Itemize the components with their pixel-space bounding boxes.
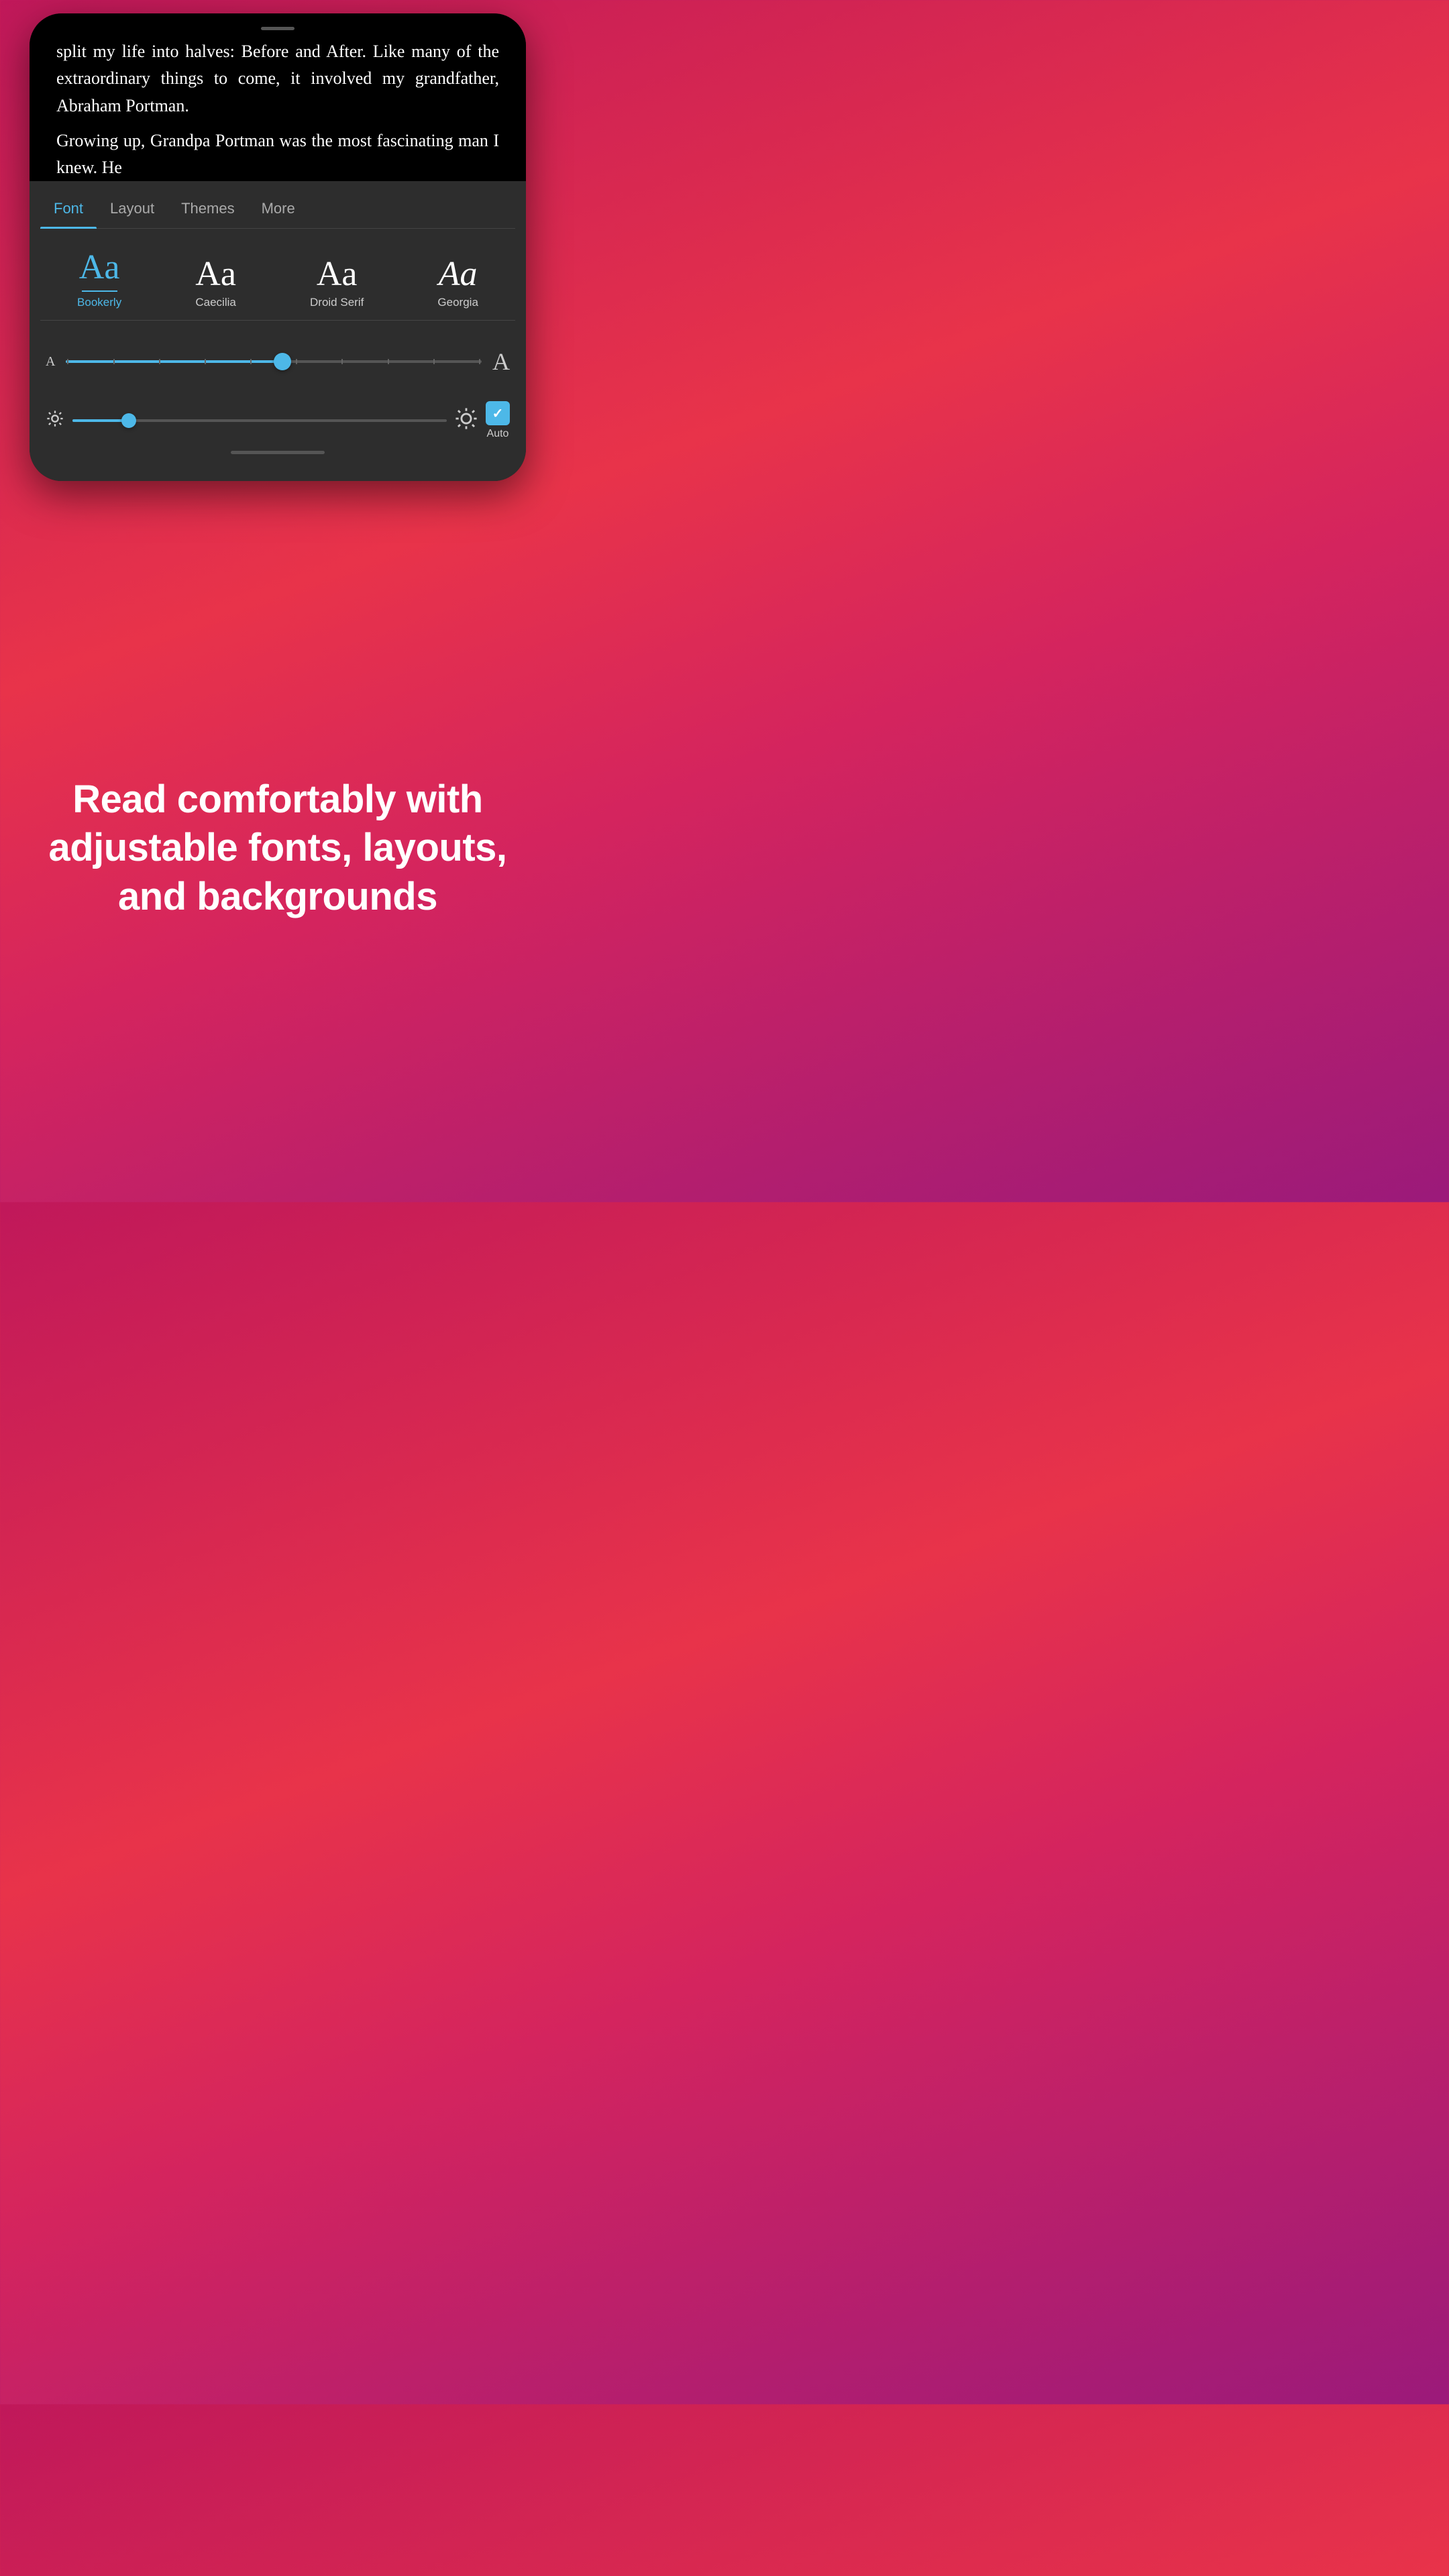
promo-text: Read comfortably with adjustable fonts, … bbox=[40, 775, 515, 922]
font-label-droid-serif: Droid Serif bbox=[310, 296, 364, 309]
font-label-georgia: Georgia bbox=[437, 296, 478, 309]
auto-brightness-toggle[interactable]: Auto bbox=[486, 401, 510, 440]
book-text-1: split my life into halves: Before and Af… bbox=[56, 38, 499, 119]
font-option-georgia[interactable]: Aa Georgia bbox=[437, 257, 478, 309]
font-option-caecilia[interactable]: Aa Caecilia bbox=[195, 257, 236, 309]
font-size-small-label: A bbox=[46, 354, 55, 370]
home-indicator bbox=[231, 451, 325, 454]
font-option-droid-serif[interactable]: Aa Droid Serif bbox=[310, 257, 364, 309]
font-preview-droid-serif: Aa bbox=[317, 257, 358, 292]
tabs: Font Layout Themes More bbox=[40, 195, 515, 229]
tick-2 bbox=[113, 359, 115, 364]
font-options: Aa Bookerly Aa Caecilia Aa Droid Serif A… bbox=[40, 245, 515, 321]
checkbox-icon bbox=[486, 401, 510, 425]
brightness-low-icon bbox=[46, 409, 64, 432]
font-size-row: A bbox=[40, 334, 515, 396]
promo-section: Read comfortably with adjustable fonts, … bbox=[0, 481, 555, 1202]
brightness-slider[interactable] bbox=[72, 419, 447, 422]
tick-6 bbox=[296, 359, 297, 364]
brightness-fill bbox=[72, 419, 129, 422]
tab-more[interactable]: More bbox=[248, 195, 309, 228]
phone-wrapper: split my life into halves: Before and Af… bbox=[16, 0, 539, 481]
tick-5 bbox=[250, 359, 252, 364]
tick-3 bbox=[159, 359, 160, 364]
phone: split my life into halves: Before and Af… bbox=[30, 13, 526, 481]
tick-4 bbox=[205, 359, 206, 364]
brightness-high-icon bbox=[455, 407, 478, 435]
tab-layout[interactable]: Layout bbox=[97, 195, 168, 228]
bottom-panel: Font Layout Themes More Aa Bookerly Aa C… bbox=[30, 181, 526, 481]
font-preview-georgia: Aa bbox=[439, 257, 478, 292]
font-option-bookerly[interactable]: Aa Bookerly bbox=[77, 250, 121, 309]
font-label-caecilia: Caecilia bbox=[195, 296, 235, 309]
slider-thumb[interactable] bbox=[274, 353, 291, 370]
tick-9 bbox=[433, 359, 435, 364]
tick-8 bbox=[388, 359, 389, 364]
tab-themes[interactable]: Themes bbox=[168, 195, 248, 228]
tick-7 bbox=[341, 359, 343, 364]
bookerly-underline bbox=[82, 290, 117, 292]
tick-10 bbox=[479, 359, 480, 364]
brightness-row: Auto bbox=[40, 396, 515, 445]
font-preview-bookerly: Aa bbox=[79, 250, 120, 285]
font-size-large-label: A bbox=[492, 347, 510, 376]
auto-label: Auto bbox=[487, 428, 509, 440]
book-content: split my life into halves: Before and Af… bbox=[30, 13, 526, 181]
scroll-indicator bbox=[261, 27, 294, 30]
book-text-2: Growing up, Grandpa Portman was the most… bbox=[56, 127, 499, 182]
font-preview-caecilia: Aa bbox=[195, 257, 236, 292]
brightness-thumb[interactable] bbox=[121, 413, 136, 428]
tick-1 bbox=[67, 359, 68, 364]
font-label-bookerly: Bookerly bbox=[77, 296, 121, 309]
font-size-slider[interactable] bbox=[66, 360, 482, 363]
tab-font[interactable]: Font bbox=[40, 195, 97, 228]
